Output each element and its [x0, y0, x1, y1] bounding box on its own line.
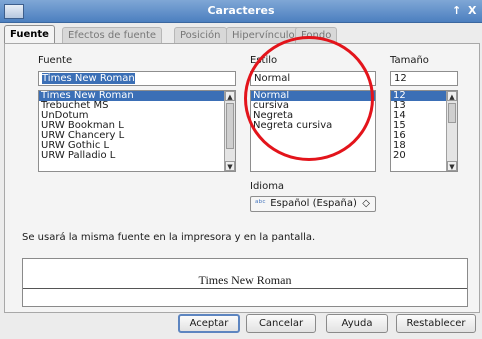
help-button[interactable]: Ayuda [326, 314, 388, 333]
reset-button[interactable]: Restablecer [396, 314, 476, 333]
tab-posicion[interactable]: Posición [174, 27, 227, 43]
language-value: Español (España) [270, 198, 357, 209]
size-field[interactable]: 12 [390, 71, 458, 86]
size-list[interactable]: 12 13 14 15 16 18 20 ▲ ▼ [390, 90, 458, 172]
language-label: Idioma [250, 181, 285, 192]
preview-text: Times New Roman [198, 273, 292, 287]
maximize-button[interactable]: ↑ [452, 4, 461, 17]
tab-fuente[interactable]: Fuente [4, 25, 55, 44]
cancel-button[interactable]: Cancelar [246, 314, 316, 333]
scroll-up-icon[interactable]: ▲ [447, 91, 457, 101]
tab-efectos-de-fuente[interactable]: Efectos de fuente [62, 27, 163, 43]
font-list-scrollbar[interactable]: ▲ ▼ [224, 91, 235, 171]
accept-button[interactable]: Aceptar [178, 314, 240, 333]
scroll-down-icon[interactable]: ▼ [225, 161, 235, 171]
language-dropdown[interactable]: ᵃᵇᶜ Español (España) ◇ [250, 196, 376, 212]
font-list-item[interactable]: URW Palladio L [39, 151, 235, 161]
font-preview: Times New Roman [22, 258, 468, 307]
spellcheck-icon: ᵃᵇᶜ [255, 199, 266, 209]
info-text: Se usará la misma fuente en la impresora… [22, 232, 316, 243]
size-list-scrollbar[interactable]: ▲ ▼ [446, 91, 457, 171]
font-name-value: Times New Roman [42, 73, 135, 84]
font-label: Fuente [38, 55, 73, 66]
scroll-up-icon[interactable]: ▲ [225, 91, 235, 101]
preview-baseline [23, 288, 467, 289]
scroll-down-icon[interactable]: ▼ [447, 161, 457, 171]
annotation-circle [244, 36, 374, 161]
scroll-thumb[interactable] [226, 103, 234, 149]
size-label: Tamaño [390, 55, 429, 66]
scroll-thumb[interactable] [448, 103, 456, 123]
window-title: Caracteres [207, 4, 275, 17]
close-button[interactable]: X [468, 4, 476, 17]
font-name-field[interactable]: Times New Roman [38, 71, 236, 86]
font-list[interactable]: Times New Roman Trebuchet MS UnDotum URW… [38, 90, 236, 172]
chevron-up-down-icon: ◇ [362, 198, 370, 209]
title-bar: Caracteres ↑ X [0, 0, 482, 23]
